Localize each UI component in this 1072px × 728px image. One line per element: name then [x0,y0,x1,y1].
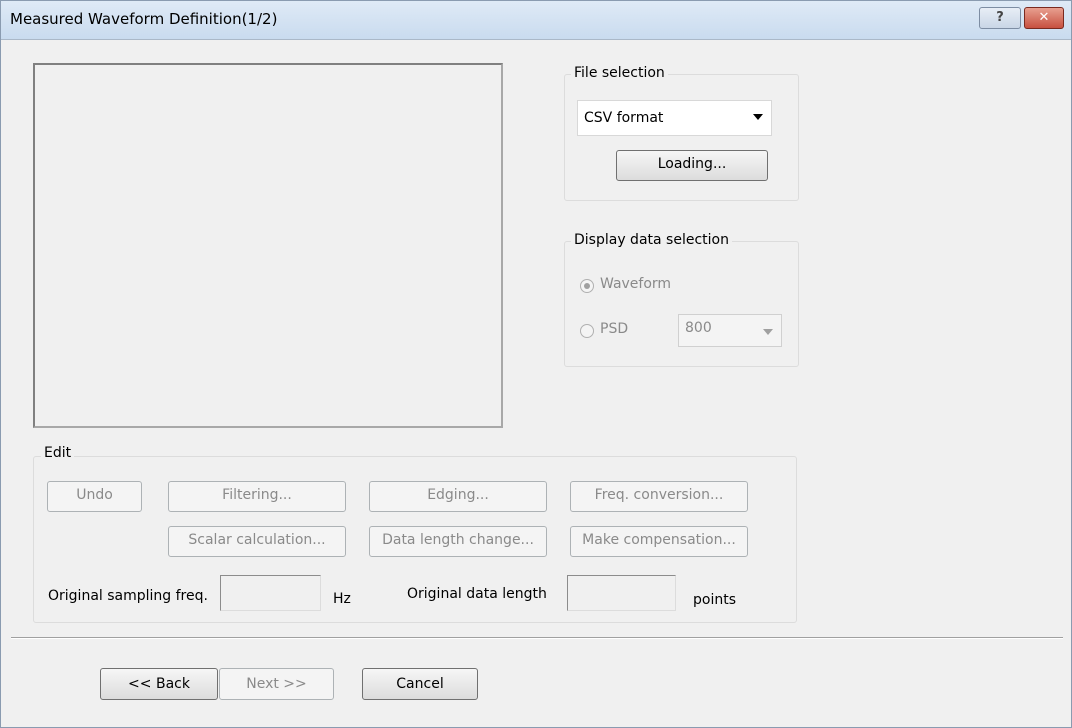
edit-group: Edit Undo Filtering... Edging... Freq. c… [33,445,797,623]
chevron-down-icon [763,329,773,335]
data-length-unit: points [693,592,736,608]
file-format-select[interactable]: CSV format [577,100,772,136]
waveform-radio-label: Waveform [600,276,672,292]
loading-button[interactable]: Loading... [616,150,768,181]
help-button[interactable]: ? [979,7,1021,29]
footer-separator [11,637,1063,639]
waveform-preview-area [33,63,503,428]
data-length-label: Original data length [407,586,547,602]
file-format-value: CSV format [584,110,664,126]
cancel-button[interactable]: Cancel [362,668,478,700]
filtering-button[interactable]: Filtering... [168,481,346,512]
dialog-window: Measured Waveform Definition(1/2) ? ✕ Fi… [0,0,1072,728]
next-button[interactable]: Next >> [219,668,334,700]
edit-legend: Edit [41,445,75,461]
waveform-radio[interactable] [580,279,594,293]
file-selection-group: File selection CSV format Loading... [564,65,799,201]
data-length-field [567,575,676,611]
sampling-freq-unit: Hz [333,591,351,607]
close-button[interactable]: ✕ [1024,7,1064,29]
title-bar[interactable]: Measured Waveform Definition(1/2) ? ✕ [1,1,1071,40]
display-data-selection-group: Display data selection Waveform PSD 800 [564,232,799,367]
close-icon: ✕ [1038,10,1050,25]
freq-conversion-button[interactable]: Freq. conversion... [570,481,748,512]
display-data-selection-legend: Display data selection [571,232,732,248]
window-title: Measured Waveform Definition(1/2) [10,10,278,28]
file-selection-legend: File selection [571,65,668,81]
chevron-down-icon [753,114,763,120]
sampling-freq-field [220,575,321,611]
make-compensation-button[interactable]: Make compensation... [570,526,748,557]
edging-button[interactable]: Edging... [369,481,547,512]
help-icon: ? [996,10,1004,25]
scalar-calculation-button[interactable]: Scalar calculation... [168,526,346,557]
data-length-change-button[interactable]: Data length change... [369,526,547,557]
psd-radio[interactable] [580,324,594,338]
psd-value: 800 [685,320,712,336]
psd-radio-label: PSD [600,321,629,337]
psd-select[interactable]: 800 [678,314,782,347]
sampling-freq-label: Original sampling freq. [48,588,208,604]
undo-button[interactable]: Undo [47,481,142,512]
back-button[interactable]: << Back [100,668,218,700]
